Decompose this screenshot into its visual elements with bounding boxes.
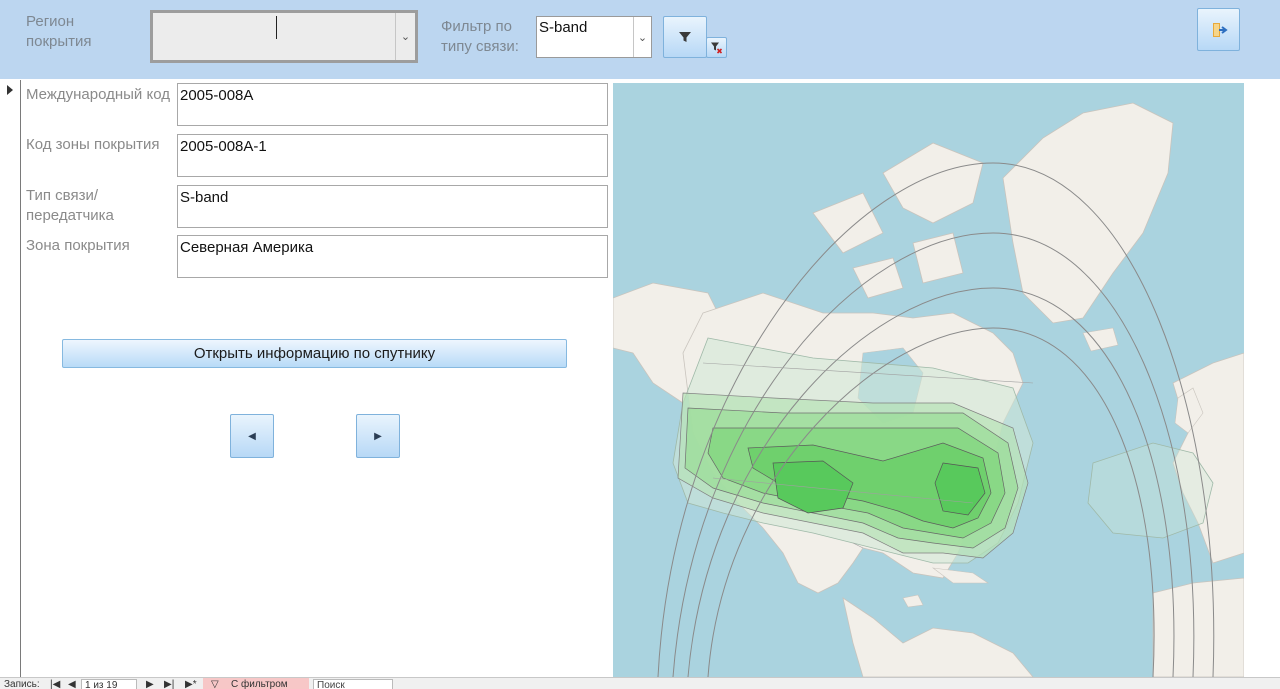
africa-land <box>1152 577 1244 677</box>
filter-status-badge[interactable]: ▽ С фильтром <box>203 678 309 689</box>
zone-code-field[interactable]: 2005-008A-1 <box>177 134 608 177</box>
coverage-map-image <box>613 83 1244 677</box>
clear-filter-button[interactable] <box>706 37 727 58</box>
zone-label: Зона покрытия <box>26 237 130 254</box>
text-caret <box>276 16 277 39</box>
coverage-map[interactable] <box>613 83 1244 677</box>
region-label: Регион покрытия <box>26 13 92 50</box>
zone-code-label: Код зоны покрытия <box>26 136 160 153</box>
triangle-left-icon: ◀ <box>248 430 256 442</box>
last-record-icon[interactable]: ▶| <box>164 679 174 689</box>
comm-type-label: Тип связи/передатчика <box>26 187 114 224</box>
previous-record-button[interactable]: ◀ <box>230 414 274 458</box>
record-selector[interactable] <box>0 80 21 677</box>
filter-icon: ▽ <box>211 679 219 689</box>
type-filter-combo[interactable]: S-band ⌄ <box>536 16 652 58</box>
chevron-down-icon[interactable]: ⌄ <box>633 17 651 57</box>
type-filter-value: S-band <box>539 19 588 36</box>
exit-button[interactable] <box>1197 8 1240 51</box>
record-navigation-bar: Запись: |◀ ◀ 1 из 19 ▶ ▶| ▶* ▽ С фильтро… <box>0 677 1280 689</box>
first-record-icon[interactable]: |◀ <box>50 679 60 689</box>
filter-status: С фильтром <box>231 679 288 689</box>
form-window: Регион покрытия ⌄ Фильтр по типу связи: … <box>0 0 1280 689</box>
comm-type-field[interactable]: S-band <box>177 185 608 228</box>
previous-record-icon[interactable]: ◀ <box>68 679 76 689</box>
record-position: 1 из 19 <box>85 680 118 689</box>
new-record-icon[interactable]: ▶* <box>185 679 197 689</box>
triangle-right-icon: ▶ <box>374 430 382 442</box>
chevron-down-icon[interactable]: ⌄ <box>395 13 415 60</box>
records-label: Запись: <box>4 679 40 689</box>
intl-code-label: Международный код <box>26 86 170 103</box>
next-record-button[interactable]: ▶ <box>356 414 400 458</box>
next-record-icon[interactable]: ▶ <box>146 679 154 689</box>
clear-filter-icon <box>711 42 723 54</box>
current-record-icon <box>7 85 13 95</box>
intl-code-field[interactable]: 2005-008A <box>177 83 608 126</box>
search-input[interactable]: Поиск <box>313 679 393 689</box>
record-position-box[interactable]: 1 из 19 <box>81 679 137 689</box>
type-filter-label: Фильтр по типу связи: <box>441 18 519 55</box>
search-placeholder: Поиск <box>317 680 345 689</box>
apply-filter-button[interactable] <box>663 16 707 58</box>
exit-icon <box>1212 22 1228 37</box>
filter-header: Регион покрытия ⌄ Фильтр по типу связи: … <box>0 0 1280 79</box>
zone-field[interactable]: Северная Америка <box>177 235 608 278</box>
open-satellite-info-button[interactable]: Открыть информацию по спутнику <box>62 339 567 368</box>
filter-icon <box>679 32 691 42</box>
region-combo[interactable]: ⌄ <box>150 10 418 63</box>
